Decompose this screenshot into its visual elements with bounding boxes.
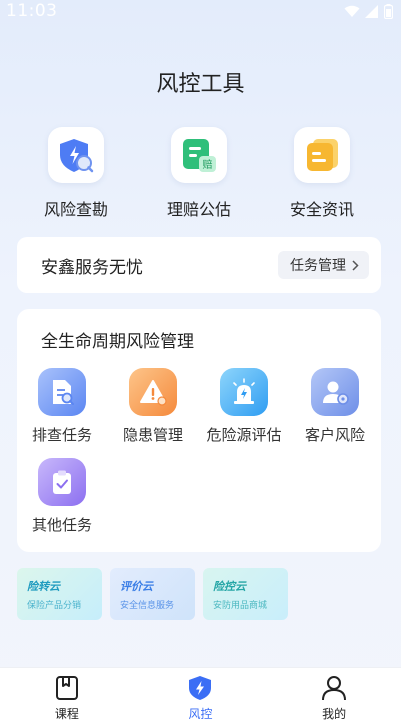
banner-row: 险转云 保险产品分销 评价云 安全信息服务 险控云 安防用品商城 [17, 568, 381, 620]
lifecycle-item-other-tasks[interactable]: 其他任务 [17, 458, 107, 535]
svg-text:赔: 赔 [203, 158, 213, 171]
safety-news-icon [294, 127, 350, 183]
tool-label: 理赔公估 [166, 200, 231, 219]
wifi-icon [344, 5, 360, 17]
lifecycle-card: 全生命周期风险管理 排查任务 隐患管理 危险源评估 客户风险 其他任务 [17, 309, 381, 552]
customer-risk-icon [311, 368, 359, 416]
banner-title: 险控云 [213, 580, 246, 593]
other-tasks-icon [38, 458, 86, 506]
banner-xiankong[interactable]: 险控云 安防用品商城 [203, 568, 288, 620]
nav-label: 我的 [322, 707, 347, 721]
inspection-task-icon [38, 368, 86, 416]
book-icon [55, 676, 78, 700]
lifecycle-title: 全生命周期风险管理 [41, 332, 194, 352]
lifecycle-item-label: 其他任务 [31, 516, 92, 534]
lifecycle-item-inspection-task[interactable]: 排查任务 [17, 368, 107, 445]
nav-label: 课程 [54, 707, 79, 721]
tool-risk-survey[interactable]: 风险查勘 [16, 127, 136, 220]
tool-label: 风险查勘 [43, 200, 108, 219]
hazard-management-icon [129, 368, 177, 416]
banner-title: 评价云 [120, 580, 153, 593]
tool-safety-news[interactable]: 安全资讯 [262, 127, 382, 220]
tool-claims-assessment[interactable]: 赔 理赔公估 [139, 127, 259, 220]
lifecycle-item-label: 隐患管理 [122, 426, 183, 444]
nav-item-mine[interactable]: 我的 [289, 668, 379, 722]
status-bar: 11:03 [0, 0, 401, 22]
service-card: 安鑫服务无忧 任务管理 [17, 237, 381, 293]
page-title: 风控工具 [156, 72, 245, 97]
hazard-source-assessment-icon [220, 368, 268, 416]
tool-label: 安全资讯 [289, 200, 354, 219]
banner-xianzhuan[interactable]: 险转云 保险产品分销 [17, 568, 102, 620]
user-icon [322, 676, 347, 701]
banner-subtitle: 保险产品分销 [27, 601, 82, 611]
nav-label: 风控 [188, 707, 213, 721]
shield-bolt-icon [189, 676, 212, 700]
lifecycle-item-hazard-management[interactable]: 隐患管理 [108, 368, 198, 445]
tools-row: 风险查勘 赔 理赔公估 安全资讯 [0, 127, 401, 222]
banner-subtitle: 安防用品商城 [213, 601, 268, 611]
chevron-right-icon [352, 259, 359, 271]
status-icons [344, 3, 393, 19]
status-time: 11:03 [6, 1, 58, 21]
service-title: 安鑫服务无忧 [41, 257, 143, 278]
banner-pingjia[interactable]: 评价云 安全信息服务 [110, 568, 195, 620]
task-management-label: 任务管理 [290, 258, 346, 274]
task-management-button[interactable]: 任务管理 [278, 251, 369, 279]
lifecycle-item-label: 危险源评估 [206, 426, 282, 444]
signal-icon [365, 4, 378, 18]
lifecycle-item-hazard-source-assessment[interactable]: 危险源评估 [199, 368, 289, 445]
battery-icon [384, 3, 393, 19]
risk-survey-icon [48, 127, 104, 183]
lifecycle-item-label: 排查任务 [31, 426, 92, 444]
lifecycle-item-customer-risk[interactable]: 客户风险 [290, 368, 380, 445]
nav-item-course[interactable]: 课程 [22, 668, 112, 722]
lifecycle-item-label: 客户风险 [304, 426, 365, 444]
banner-subtitle: 安全信息服务 [120, 601, 175, 611]
nav-item-risk-control[interactable]: 风控 [155, 668, 245, 722]
bottom-nav: 课程 风控 我的 [0, 667, 401, 722]
banner-title: 险转云 [27, 580, 60, 593]
claims-assessment-icon: 赔 [171, 127, 227, 183]
